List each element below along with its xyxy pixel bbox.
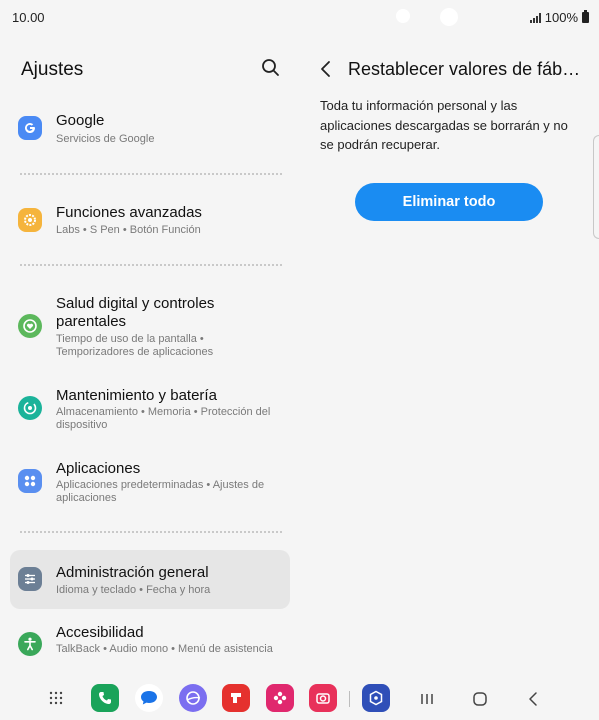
- divider: [20, 173, 282, 175]
- erase-all-button[interactable]: Eliminar todo: [355, 183, 543, 221]
- apps-grid-icon: [18, 469, 42, 493]
- camera-icon[interactable]: [309, 684, 337, 712]
- item-title: Salud digital y controles parentales: [56, 295, 215, 330]
- google-icon: [18, 116, 42, 140]
- settings-item-advanced-features[interactable]: Funciones avanzadas Labs • S Pen • Botón…: [10, 198, 290, 246]
- secure-folder-icon[interactable]: [362, 684, 390, 712]
- page-title: Ajustes: [21, 59, 84, 80]
- settings-item-digital-wellbeing[interactable]: Salud digital y controles parentales Tie…: [10, 290, 290, 362]
- home-icon: [473, 692, 487, 706]
- camera-cutout-small: [396, 9, 410, 23]
- recents-icon: [421, 694, 433, 704]
- divider: [20, 264, 282, 266]
- battery-icon: [582, 10, 589, 23]
- back-icon: [529, 692, 537, 706]
- accessibility-icon: [18, 632, 42, 656]
- recents-button[interactable]: [417, 689, 437, 709]
- settings-panel: Ajustes Google Servicios de Google Funci…: [0, 34, 300, 684]
- page-title: Restablecer valores de fáb…: [348, 59, 581, 79]
- heart-timer-icon: [18, 314, 42, 338]
- settings-item-google[interactable]: Google Servicios de Google: [10, 106, 290, 154]
- item-title: Aplicaciones: [56, 460, 141, 477]
- home-button[interactable]: [470, 689, 490, 709]
- taskbar-separator: [349, 691, 350, 707]
- search-icon: [262, 59, 279, 76]
- settings-item-applications[interactable]: Aplicaciones Aplicaciones predeterminada…: [10, 455, 290, 511]
- item-title: Google: [56, 112, 105, 129]
- factory-reset-panel: Restablecer valores de fáb… Toda tu info…: [300, 34, 599, 684]
- item-subtitle: TalkBack • Audio mono • Menú de asistenc…: [56, 643, 273, 655]
- settings-item-general-management[interactable]: Administración general Idioma y teclado …: [10, 550, 290, 609]
- chevron-left-icon: [321, 61, 330, 77]
- back-button[interactable]: [318, 60, 334, 78]
- sliders-icon: [18, 567, 42, 591]
- camera-cutout-large: [440, 8, 458, 26]
- settings-item-device-care[interactable]: Mantenimiento y batería Almacenamiento •…: [10, 382, 290, 438]
- messages-icon[interactable]: [135, 684, 163, 712]
- item-subtitle: Labs • S Pen • Botón Función: [56, 224, 201, 236]
- gallery-icon[interactable]: [266, 684, 294, 712]
- status-bar: 10.00 100%: [0, 0, 599, 34]
- flipboard-icon[interactable]: [222, 684, 250, 712]
- item-title: Mantenimiento y batería: [56, 387, 217, 404]
- item-subtitle: Almacenamiento • Memoria • Protección de…: [56, 406, 271, 431]
- reset-description: Toda tu información personal y las aplic…: [320, 98, 568, 152]
- item-title: Accesibilidad: [56, 624, 144, 641]
- taskbar: [0, 684, 599, 720]
- search-button[interactable]: [260, 57, 282, 79]
- phone-icon[interactable]: [91, 684, 119, 712]
- item-subtitle: Idioma y teclado • Fecha y hora: [56, 584, 211, 596]
- settings-item-accessibility[interactable]: Accesibilidad TalkBack • Audio mono • Me…: [10, 618, 290, 674]
- item-title: Administración general: [56, 564, 209, 581]
- maintenance-icon: [18, 396, 42, 420]
- battery-percentage: 100%: [544, 10, 578, 25]
- signal-icon: [529, 12, 541, 23]
- internet-icon[interactable]: [179, 684, 207, 712]
- divider: [20, 531, 282, 533]
- edge-panel-handle[interactable]: [593, 135, 599, 239]
- item-subtitle: Tiempo de uso de la pantalla • Temporiza…: [56, 333, 214, 358]
- star-gear-icon: [18, 208, 42, 232]
- nav-back-button[interactable]: [523, 689, 543, 709]
- item-subtitle: Aplicaciones predeterminadas • Ajustes d…: [56, 479, 265, 504]
- apps-drawer-icon[interactable]: [42, 684, 70, 712]
- status-indicators: 100%: [529, 10, 589, 25]
- item-subtitle: Servicios de Google: [56, 133, 155, 145]
- item-title: Funciones avanzadas: [56, 204, 202, 221]
- status-time: 10.00: [12, 10, 45, 25]
